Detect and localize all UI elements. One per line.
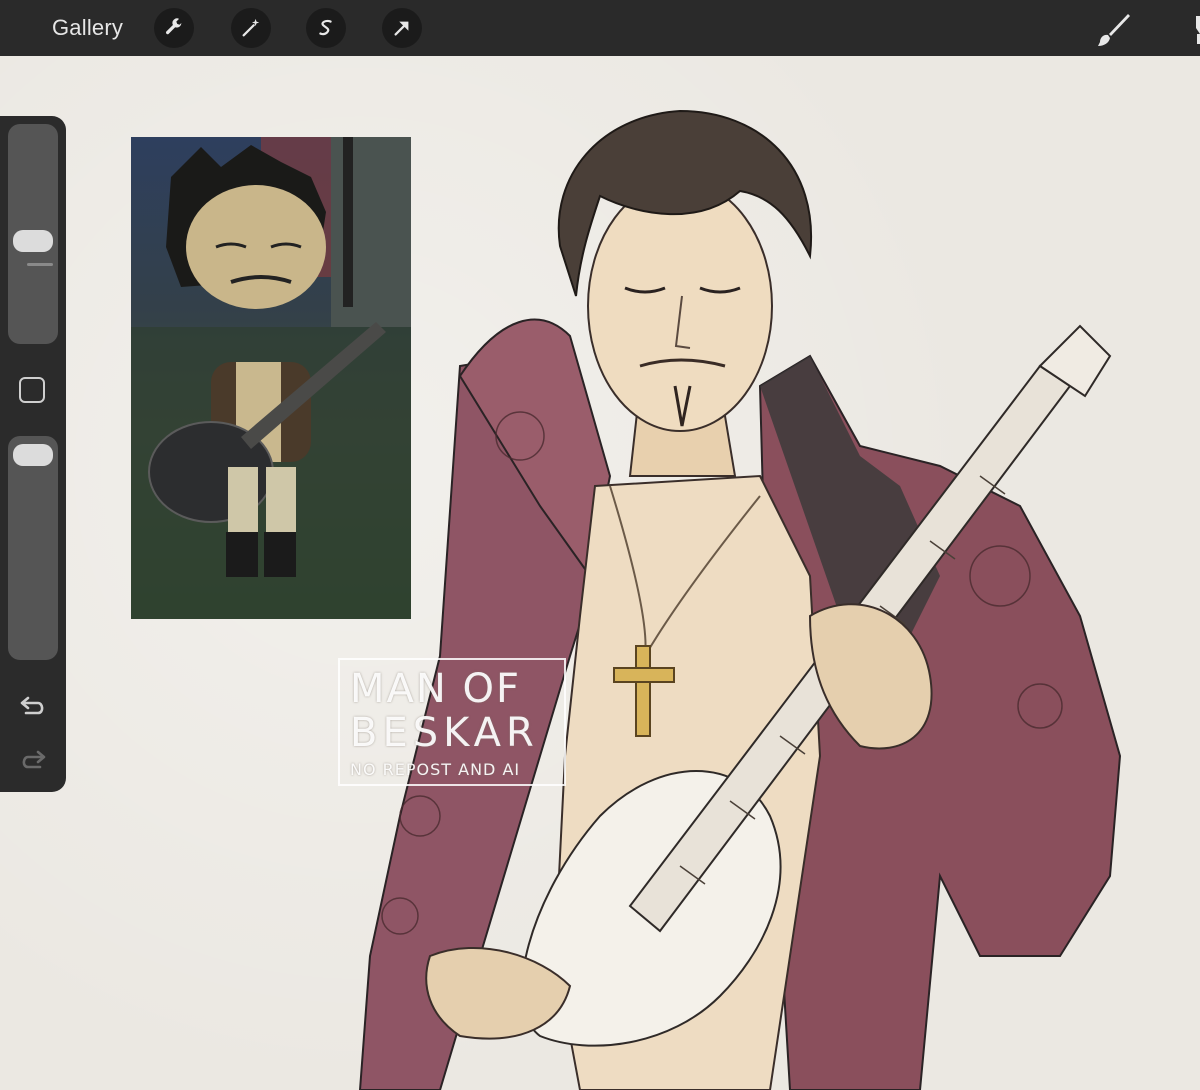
selection-button[interactable] (306, 8, 346, 48)
redo-icon (22, 750, 46, 769)
transform-button[interactable] (382, 8, 422, 48)
side-panel (0, 116, 66, 792)
redo-button[interactable] (18, 746, 48, 772)
artwork-illustration (358, 109, 1122, 1090)
watermark-line-2: BESKAR (350, 710, 539, 756)
brush-icon (1098, 14, 1130, 46)
wrench-icon (165, 18, 182, 35)
smudge-button[interactable] (1182, 12, 1200, 48)
watermark-line-1: MAN OF (350, 666, 522, 712)
watermark-line-3: NO REPOST AND AI (350, 760, 521, 779)
reference-image[interactable] (131, 137, 411, 619)
opacity-slider[interactable] (8, 436, 58, 660)
undo-button[interactable] (18, 692, 48, 718)
smudge-icon (1196, 16, 1200, 44)
reference-character-image (131, 137, 411, 619)
modify-square-icon[interactable] (19, 377, 45, 403)
brush-size-slider[interactable] (8, 124, 58, 344)
gallery-button[interactable]: Gallery (52, 15, 123, 41)
magic-wand-icon (242, 18, 260, 37)
actions-button[interactable] (154, 8, 194, 48)
transform-arrow-icon (394, 21, 409, 36)
top-toolbar: Gallery (0, 0, 1200, 56)
watermark: MAN OF BESKAR NO REPOST AND AI (338, 658, 566, 786)
opacity-thumb[interactable] (13, 444, 53, 466)
brush-size-tick (27, 263, 53, 266)
selection-icon (319, 19, 332, 36)
undo-icon (20, 696, 44, 715)
brush-size-thumb[interactable] (13, 230, 53, 252)
brush-button[interactable] (1095, 12, 1131, 48)
adjustments-button[interactable] (231, 8, 271, 48)
